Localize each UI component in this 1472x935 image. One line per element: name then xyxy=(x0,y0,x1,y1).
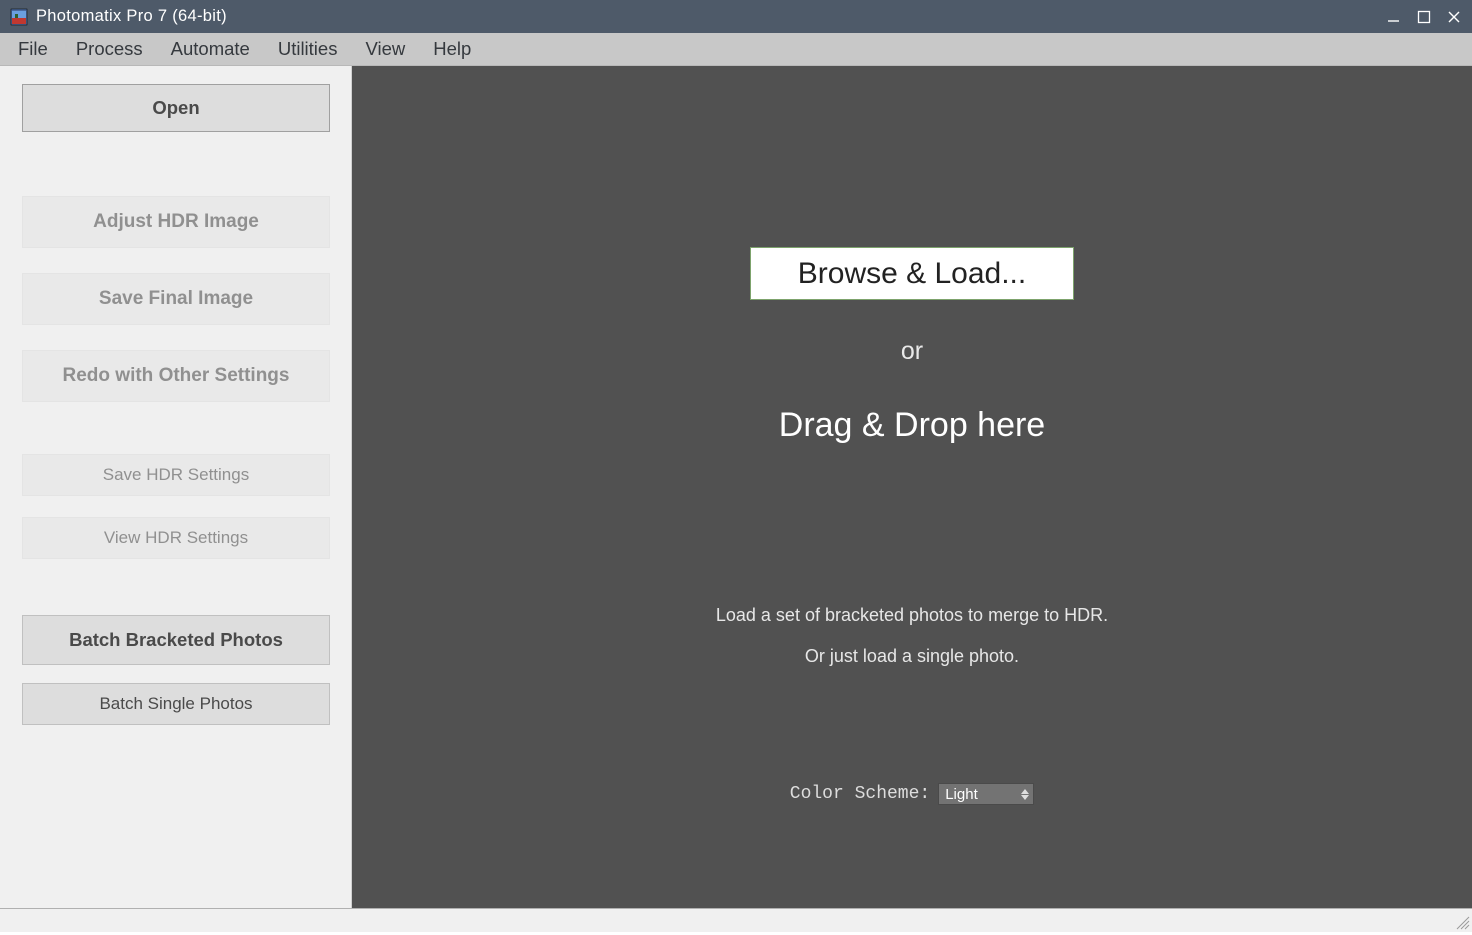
drag-drop-label: Drag & Drop here xyxy=(779,406,1045,445)
open-button[interactable]: Open xyxy=(22,84,330,132)
workspace: Open Adjust HDR Image Save Final Image R… xyxy=(0,66,1472,908)
window-title: Photomatix Pro 7 (64-bit) xyxy=(36,7,1384,26)
color-scheme-select[interactable]: Light xyxy=(938,783,1034,805)
view-hdr-settings-button[interactable]: View HDR Settings xyxy=(22,517,330,559)
sidebar: Open Adjust HDR Image Save Final Image R… xyxy=(0,66,352,908)
title-bar: Photomatix Pro 7 (64-bit) xyxy=(0,0,1472,33)
menu-help[interactable]: Help xyxy=(433,38,471,60)
updown-icon xyxy=(1021,789,1029,800)
menu-view[interactable]: View xyxy=(365,38,405,60)
redo-button[interactable]: Redo with Other Settings xyxy=(22,350,330,402)
main-drop-area[interactable]: Browse & Load... or Drag & Drop here Loa… xyxy=(352,66,1472,908)
menu-automate[interactable]: Automate xyxy=(171,38,250,60)
batch-bracketed-button[interactable]: Batch Bracketed Photos xyxy=(22,615,330,665)
resize-grip-icon[interactable] xyxy=(1454,914,1470,930)
save-final-button[interactable]: Save Final Image xyxy=(22,273,330,325)
info-text-1: Load a set of bracketed photos to merge … xyxy=(716,605,1108,626)
menu-bar: File Process Automate Utilities View Hel… xyxy=(0,33,1472,66)
menu-process[interactable]: Process xyxy=(76,38,143,60)
browse-load-button[interactable]: Browse & Load... xyxy=(750,247,1074,300)
info-text-2: Or just load a single photo. xyxy=(805,646,1019,667)
minimize-button[interactable] xyxy=(1384,7,1404,27)
color-scheme-value: Light xyxy=(945,786,978,803)
save-hdr-settings-button[interactable]: Save HDR Settings xyxy=(22,454,330,496)
status-bar xyxy=(0,908,1472,932)
app-icon xyxy=(10,8,28,26)
or-label: or xyxy=(901,337,923,366)
close-button[interactable] xyxy=(1444,7,1464,27)
batch-single-button[interactable]: Batch Single Photos xyxy=(22,683,330,725)
maximize-button[interactable] xyxy=(1414,7,1434,27)
window-controls xyxy=(1384,7,1464,27)
color-scheme-label: Color Scheme: xyxy=(790,784,930,804)
menu-utilities[interactable]: Utilities xyxy=(278,38,338,60)
menu-file[interactable]: File xyxy=(18,38,48,60)
adjust-hdr-button[interactable]: Adjust HDR Image xyxy=(22,196,330,248)
color-scheme-row: Color Scheme: Light xyxy=(790,783,1034,805)
